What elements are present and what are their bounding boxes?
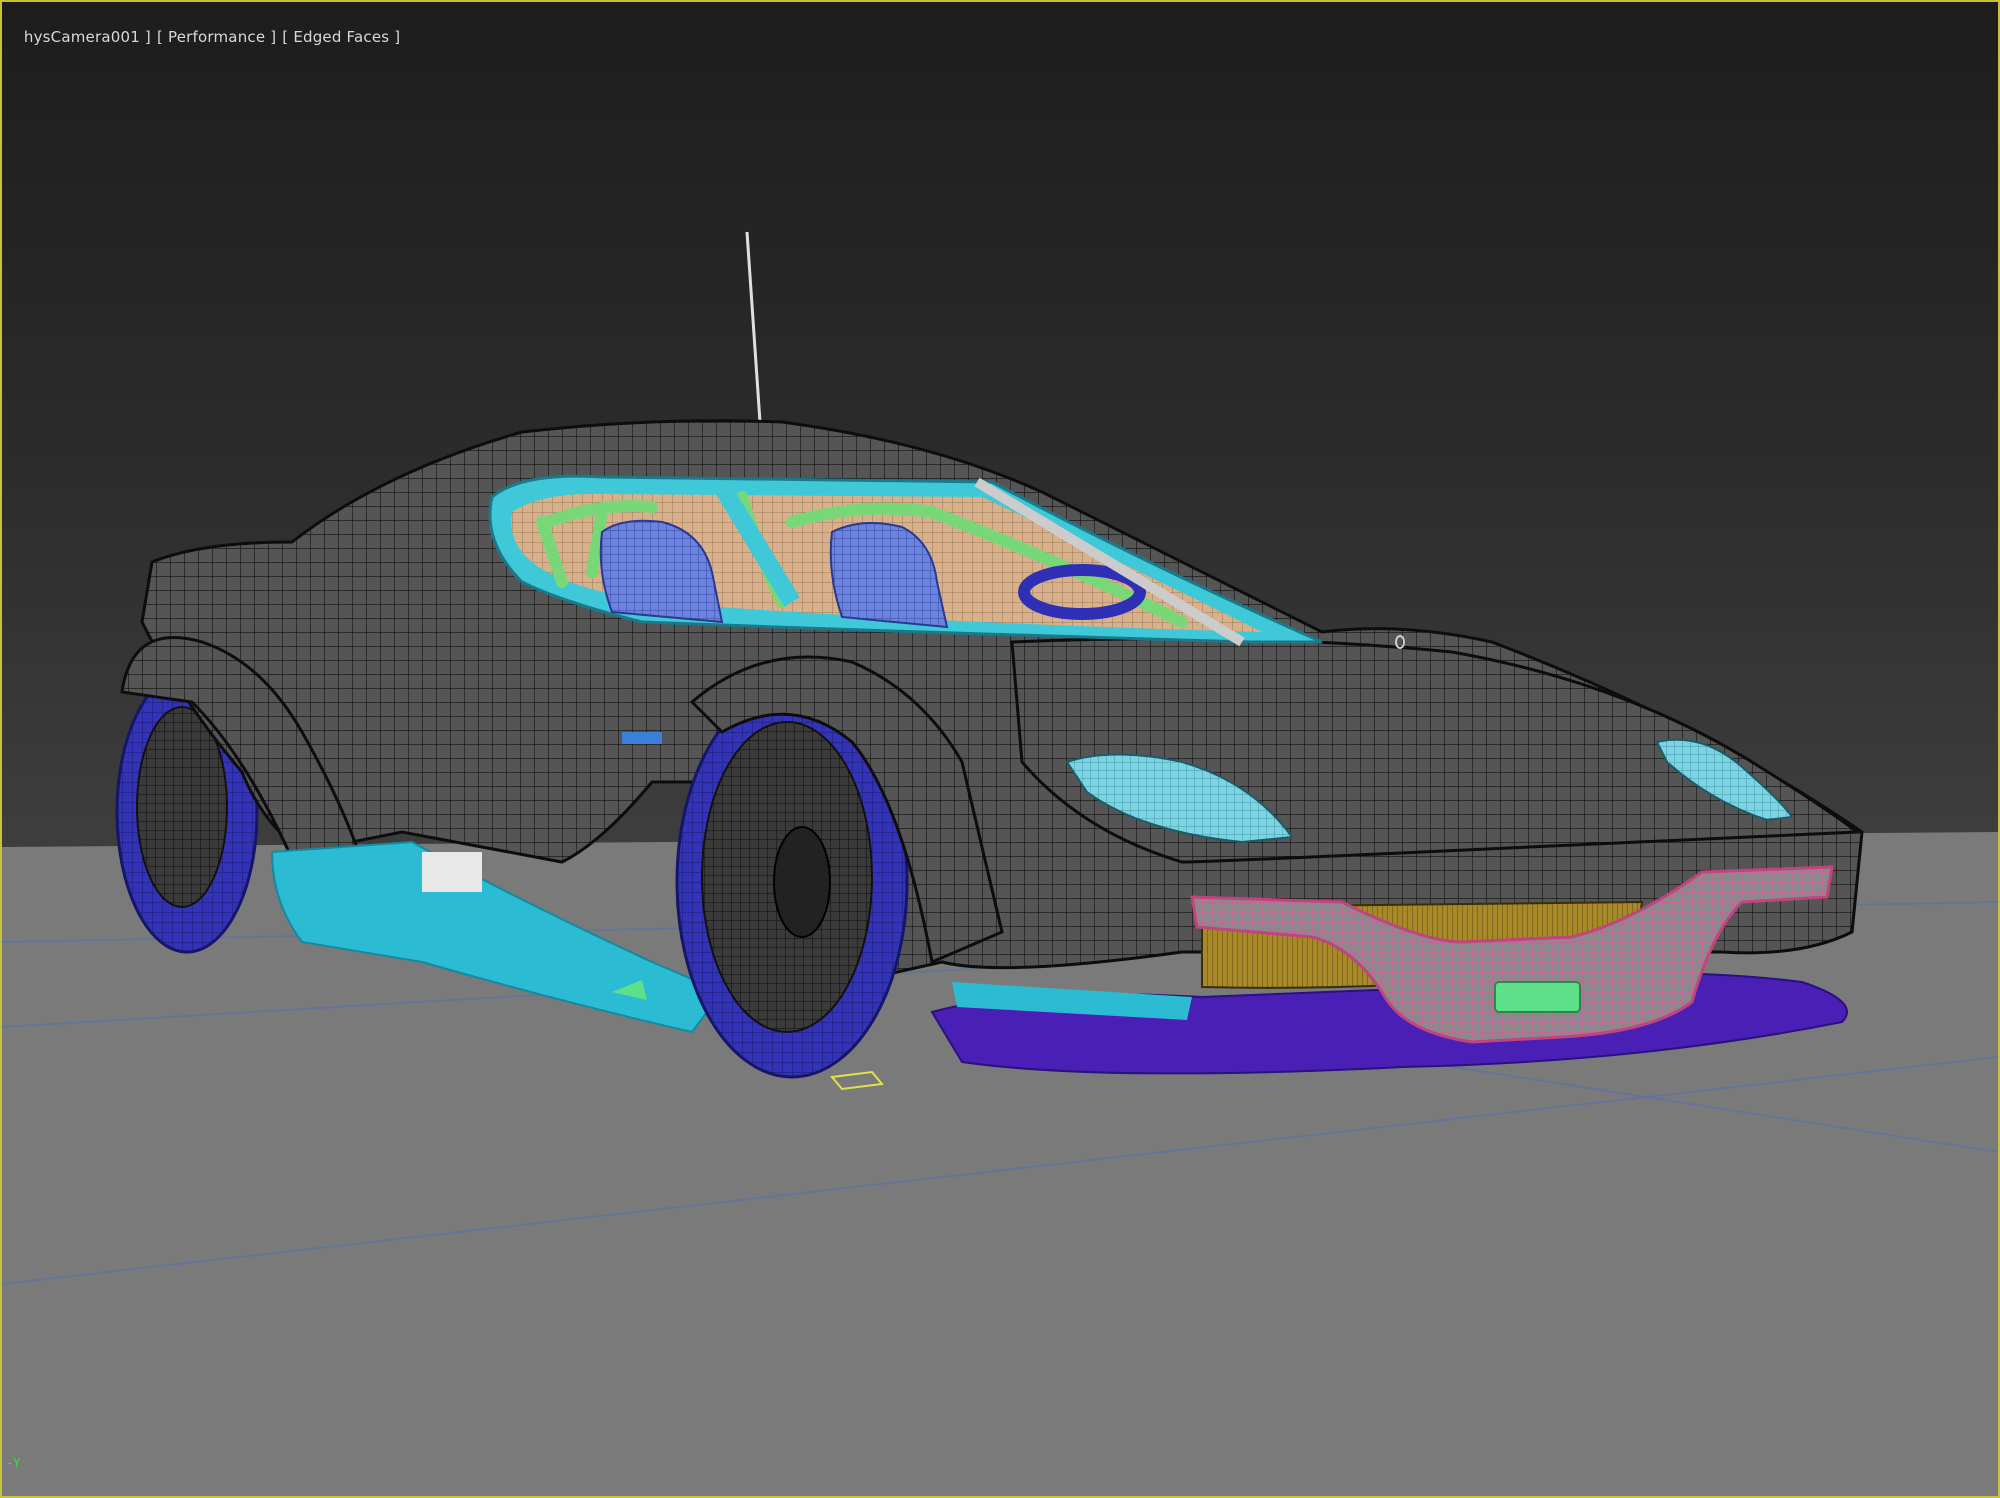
license-plate — [1494, 981, 1581, 1013]
antenna — [745, 231, 762, 423]
hood — [1010, 637, 1862, 864]
axis-label: -Y — [6, 1456, 21, 1470]
axis-gizmo-icon: -Y — [6, 1456, 20, 1470]
viewport-label[interactable]: hysCamera001 ] [ Performance ] [ Edged Fac… — [4, 10, 406, 64]
side-marker — [622, 732, 662, 744]
side-skirt-highlight — [422, 852, 482, 892]
viewport-display-label[interactable]: [ Edged Faces ] — [282, 28, 400, 46]
car-wireframe-scene[interactable] — [2, 2, 1998, 1496]
viewport-camera-label[interactable]: hysCamera001 ] — [24, 28, 151, 46]
camera-viewport[interactable]: hysCamera001 ] [ Performance ] [ Edged Fac… — [0, 0, 2000, 1498]
viewport-shading-label[interactable]: [ Performance ] — [157, 28, 276, 46]
